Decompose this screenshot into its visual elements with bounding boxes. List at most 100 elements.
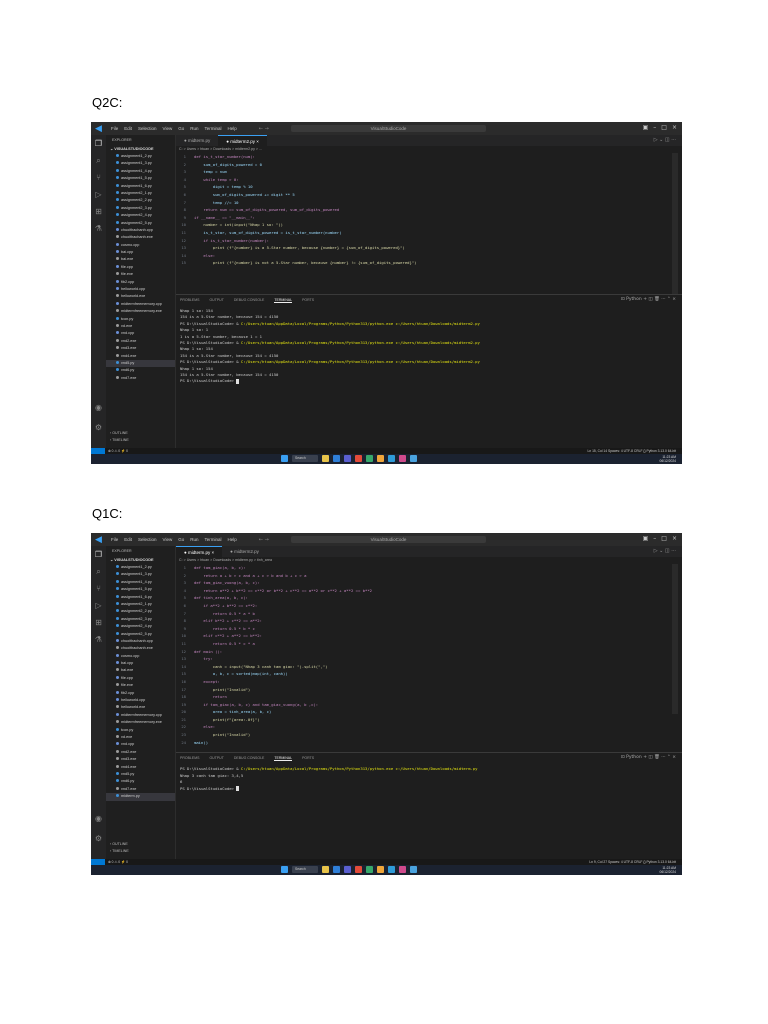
nav-arrows-icon[interactable]: ← →: [259, 126, 269, 132]
extensions-icon[interactable]: ⊞: [94, 207, 103, 216]
file-item[interactable]: fib2.cpp: [106, 690, 175, 697]
office-icon[interactable]: [355, 866, 362, 873]
more-icon[interactable]: ···: [661, 297, 665, 302]
workspace-folder[interactable]: ⌄ VISUALSTUDIOCODE: [106, 557, 175, 564]
menu-help[interactable]: Help: [228, 537, 237, 542]
panel-tab-output[interactable]: OUTPUT: [209, 298, 223, 302]
file-item[interactable]: vnd3.exe: [106, 345, 175, 352]
maximize-panel-icon[interactable]: ⌃: [667, 297, 671, 302]
file-explorer-icon[interactable]: [322, 866, 329, 873]
terminal-output[interactable]: Nhap 1 so: 154 154 is a 5-Star number, be…: [176, 305, 682, 385]
close-panel-icon[interactable]: ×: [672, 297, 676, 302]
split-icon[interactable]: ◫: [648, 297, 652, 302]
run-debug-icon[interactable]: ▷: [94, 190, 103, 199]
file-item[interactable]: vd.exe: [106, 323, 175, 330]
file-item[interactable]: bai.exe: [106, 667, 175, 674]
menu-run[interactable]: Run: [190, 126, 198, 131]
file-item[interactable]: assignment1_6.py: [106, 594, 175, 601]
menu-view[interactable]: View: [163, 537, 173, 542]
file-item[interactable]: vd.exe: [106, 734, 175, 741]
edge-icon[interactable]: [333, 455, 340, 462]
file-item[interactable]: helloworld.exe: [106, 704, 175, 711]
menu-run[interactable]: Run: [190, 537, 198, 542]
file-item[interactable]: chuoithachanh.exe: [106, 645, 175, 652]
file-item[interactable]: vnd7.exe: [106, 375, 175, 382]
file-item[interactable]: bai.exe: [106, 256, 175, 263]
file-item[interactable]: midtermfreememory.exe: [106, 719, 175, 726]
panel-tab-debug-console[interactable]: DEBUG CONSOLE: [234, 756, 265, 760]
file-item[interactable]: assignment1_2.py: [106, 153, 175, 160]
account-icon[interactable]: ◉: [94, 403, 103, 412]
file-item[interactable]: vnd7.exe: [106, 786, 175, 793]
file-item[interactable]: file.exe: [106, 271, 175, 278]
close-panel-icon[interactable]: ×: [672, 755, 676, 760]
panel-tab-problems[interactable]: PROBLEMS: [180, 298, 199, 302]
menu-help[interactable]: Help: [228, 126, 237, 131]
menu-terminal[interactable]: Terminal: [205, 126, 222, 131]
menu-go[interactable]: Go: [178, 126, 184, 131]
file-item[interactable]: assignment1_4.py: [106, 168, 175, 175]
office-icon[interactable]: [355, 455, 362, 462]
panel-tab-terminal[interactable]: TERMINAL: [274, 298, 293, 303]
account-icon[interactable]: ◉: [94, 814, 103, 823]
file-item[interactable]: vnd.cpp: [106, 330, 175, 337]
panel-tab-output[interactable]: OUTPUT: [209, 756, 223, 760]
file-item[interactable]: file.cpp: [106, 675, 175, 682]
file-item[interactable]: midterm.py: [106, 793, 175, 801]
menu-edit[interactable]: Edit: [124, 126, 132, 131]
windows-start-icon[interactable]: [281, 866, 288, 873]
file-item[interactable]: chuoithachanh.cpp: [106, 227, 175, 234]
extensions-icon[interactable]: ⊞: [94, 618, 103, 627]
file-item[interactable]: assignment2_2.py: [106, 608, 175, 615]
search-icon[interactable]: ⌕: [94, 156, 103, 165]
layout-icon[interactable]: ▣: [643, 124, 649, 131]
panel-tab-debug-console[interactable]: DEBUG CONSOLE: [234, 298, 265, 302]
explorer-icon[interactable]: ❐: [94, 139, 103, 148]
vscode-taskbar-icon[interactable]: [388, 866, 395, 873]
file-item[interactable]: assignment1_2.py: [106, 564, 175, 571]
maximize-panel-icon[interactable]: ⌃: [667, 755, 671, 760]
outline-section[interactable]: › OUTLINE: [106, 430, 175, 437]
file-item[interactable]: chuoithachanh.exe: [106, 234, 175, 241]
file-item[interactable]: vnd2.exe: [106, 749, 175, 756]
file-item[interactable]: midtermfreememory.exe: [106, 308, 175, 315]
file-item[interactable]: bai.cpp: [106, 249, 175, 256]
file-item[interactable]: assignment2_4.py: [106, 623, 175, 630]
file-item[interactable]: bai.cpp: [106, 660, 175, 667]
file-item[interactable]: helloworld.cpp: [106, 697, 175, 704]
file-item[interactable]: file.cpp: [106, 264, 175, 271]
file-item[interactable]: assignment1_3.py: [106, 571, 175, 578]
vscode-taskbar-icon[interactable]: [388, 455, 395, 462]
close-icon[interactable]: ×: [672, 535, 677, 542]
testing-icon[interactable]: ⚗: [94, 635, 103, 644]
run-python-icon[interactable]: ▷ ⌄ ◫ ···: [654, 137, 676, 143]
maximize-icon[interactable]: □: [661, 124, 667, 131]
file-item[interactable]: vnd2.exe: [106, 338, 175, 345]
chrome-icon[interactable]: [377, 866, 384, 873]
file-item[interactable]: assignment1_4.py: [106, 579, 175, 586]
app-icon-2[interactable]: [410, 455, 417, 462]
windows-start-icon[interactable]: [281, 455, 288, 462]
file-item[interactable]: cosmo.cpp: [106, 242, 175, 249]
menu-go[interactable]: Go: [178, 537, 184, 542]
app-icon[interactable]: [399, 866, 406, 873]
minimap[interactable]: [672, 564, 678, 714]
file-item[interactable]: midtermfreememory.cpp: [106, 301, 175, 308]
menu-file[interactable]: File: [111, 537, 118, 542]
panel-tab-problems[interactable]: PROBLEMS: [180, 756, 199, 760]
menu-edit[interactable]: Edit: [124, 537, 132, 542]
editor-tab[interactable]: ● midterm.py: [176, 135, 218, 146]
file-item[interactable]: midtermfreememory.cpp: [106, 712, 175, 719]
editor-tab[interactable]: ● midterm2.py ×: [218, 135, 267, 146]
command-center-search[interactable]: VisualStudioCode: [291, 536, 486, 543]
panel-tab-terminal[interactable]: TERMINAL: [274, 756, 293, 761]
workspace-folder[interactable]: ⌄ VISUALSTUDIOCODE: [106, 146, 175, 153]
file-item[interactable]: vnd4.exe: [106, 764, 175, 771]
menu-terminal[interactable]: Terminal: [205, 537, 222, 542]
terminal-python-icon[interactable]: ⊡: [621, 297, 625, 302]
menu-selection[interactable]: Selection: [138, 126, 157, 131]
panel-tab-ports[interactable]: PORTS: [302, 756, 314, 760]
chrome-icon[interactable]: [377, 455, 384, 462]
file-item[interactable]: cosmo.cpp: [106, 653, 175, 660]
menu-file[interactable]: File: [111, 126, 118, 131]
